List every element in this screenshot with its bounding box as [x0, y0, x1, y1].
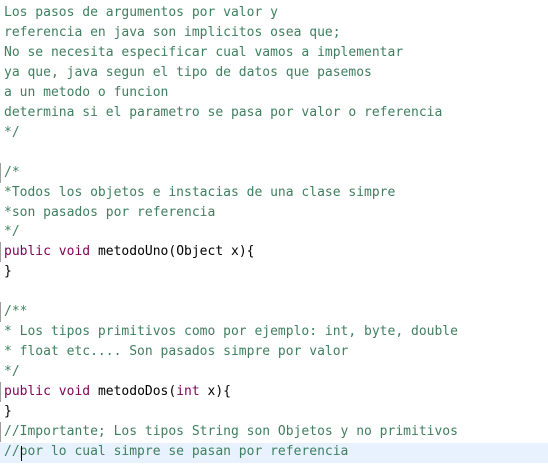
margin-marker	[0, 163, 1, 183]
code-token: metodoUno(Object x){	[97, 244, 255, 259]
text-caret	[21, 446, 22, 461]
margin-marker	[0, 302, 1, 322]
code-line: public void metodoDos(int x){	[4, 382, 231, 402]
code-token: x){	[199, 384, 232, 399]
code-line: //por lo cual simpre se pasan por refere…	[4, 444, 349, 459]
code-line: }	[4, 264, 12, 279]
code-line: referencia en java son implicitos osea q…	[4, 25, 341, 40]
keyword-token: public	[4, 384, 59, 399]
code-line: ya que, java segun el tipo de datos que …	[4, 65, 372, 80]
code-line: No se necesita especificar cual vamos a …	[4, 45, 404, 60]
margin-marker	[0, 242, 1, 262]
code-line: a un metodo o funcion	[4, 85, 169, 100]
code-line: }	[4, 404, 12, 419]
keyword-token: void	[58, 384, 98, 399]
code-line: determina si el parametro se pasa por va…	[4, 105, 443, 120]
code-token: metodoDos(	[97, 384, 177, 399]
code-line: /*	[4, 165, 20, 180]
margin-marker	[0, 422, 1, 442]
margin-marker	[0, 382, 1, 402]
code-line: Los pasos de argumentos por valor y	[4, 5, 278, 20]
code-line: */	[4, 125, 20, 140]
code-line: */	[4, 364, 20, 379]
code-editor[interactable]: Los pasos de argumentos por valor y refer…	[0, 0, 548, 471]
code-line: //Importante; Los tipos String son Objet…	[4, 424, 458, 439]
code-line: * Los tipos primitivos como por ejemplo:…	[4, 324, 458, 339]
keyword-token: public	[4, 244, 59, 259]
code-line: /**	[4, 304, 28, 319]
keyword-token: void	[58, 244, 98, 259]
code-line: * float etc.... Son pasados simpre por v…	[4, 344, 349, 359]
code-line: *son pasados por referencia	[4, 205, 216, 220]
code-line: *Todos los objetos e instacias de una cl…	[4, 185, 396, 200]
code-line: public void metodoUno(Object x){	[4, 242, 254, 262]
code-line: */	[4, 224, 20, 239]
keyword-token: int	[176, 384, 200, 399]
